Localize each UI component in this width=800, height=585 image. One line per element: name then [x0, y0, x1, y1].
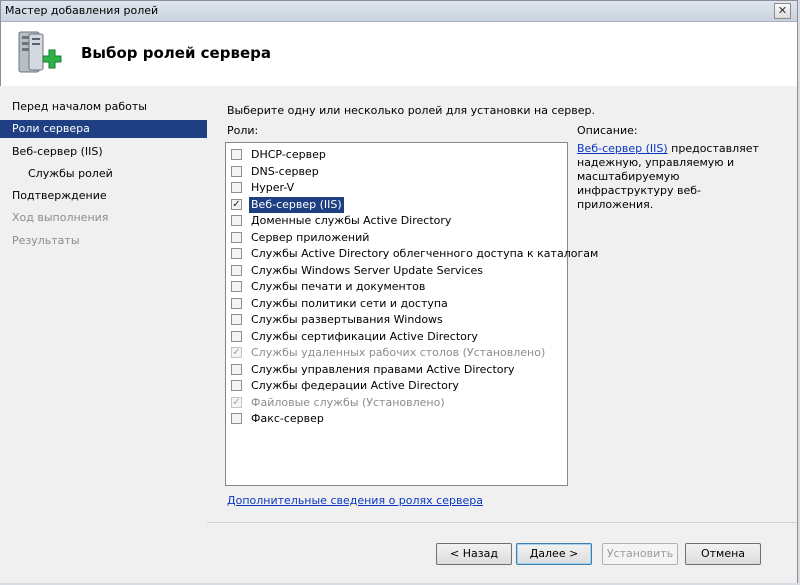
install-button: Установить: [602, 543, 678, 565]
checkbox-checked: ✓: [231, 347, 242, 358]
page-title: Выбор ролей сервера: [81, 44, 271, 62]
nav-item-label: Веб-сервер (IIS): [12, 145, 103, 158]
role-label: DHCP-сервер: [251, 148, 326, 161]
checkbox[interactable]: [231, 215, 242, 226]
back-button[interactable]: < Назад: [436, 543, 512, 565]
checkbox[interactable]: [231, 182, 242, 193]
window-title: Мастер добавления ролей: [5, 4, 159, 17]
checkbox-checked: ✓: [231, 396, 242, 408]
nav-item-label: Службы ролей: [28, 167, 113, 180]
roles-label: Роли:: [227, 124, 259, 137]
role-label: Веб-сервер (IIS): [249, 196, 344, 213]
checkbox[interactable]: [231, 264, 242, 276]
role-label: DNS-сервер: [251, 164, 319, 178]
close-icon: ✕: [777, 4, 788, 17]
role-label: Службы печати и документов: [251, 280, 426, 293]
roles-list[interactable]: DHCP-сервер DNS-сервер Hyper-V ✓ Веб-сервер …: [225, 142, 598, 486]
role-label: Службы развертывания Windows: [251, 313, 443, 326]
checkbox[interactable]: [231, 380, 242, 391]
nav-item-server-roles[interactable]: Роли сервера: [0, 120, 207, 138]
role-label: Сервер приложений: [251, 230, 370, 244]
checkbox[interactable]: [231, 413, 242, 424]
role-label: Доменные службы Active Directory: [251, 214, 452, 227]
nav-item-web-server[interactable]: Веб-сервер (IIS): [0, 143, 207, 161]
instruction-text: Выберите одну или несколько ролей для ус…: [227, 104, 595, 117]
checkbox[interactable]: [231, 314, 242, 325]
server-add-icon: [18, 31, 62, 73]
checkbox[interactable]: [231, 248, 242, 259]
nav-item-label: Подтверждение: [12, 189, 107, 202]
role-label: Службы удаленных рабочих столов (Установ…: [251, 346, 546, 359]
role-label: Службы Active Directory облегченного дос…: [251, 247, 599, 260]
checkbox-checked[interactable]: ✓: [231, 198, 242, 210]
next-button[interactable]: Далее >: [516, 543, 592, 565]
role-label: Службы сертификации Active Directory: [251, 329, 478, 343]
nav-item-progress: Ход выполнения: [0, 209, 207, 227]
nav-item-label: Результаты: [12, 234, 80, 247]
role-label: Факс-сервер: [251, 412, 324, 425]
checkbox[interactable]: [231, 165, 242, 177]
nav-item-before-begin[interactable]: Перед началом работы: [0, 98, 207, 116]
nav-item-label: Ход выполнения: [12, 211, 109, 224]
wizard-header: Выбор ролей сервера: [1, 22, 797, 87]
nav-item-confirmation[interactable]: Подтверждение: [0, 187, 207, 205]
role-label: Hyper-V: [251, 181, 295, 194]
nav-item-role-services[interactable]: Службы ролей: [0, 165, 207, 183]
checkbox[interactable]: [231, 363, 242, 375]
nav-item-results: Результаты: [0, 232, 207, 250]
checkbox[interactable]: [231, 297, 242, 309]
cancel-button[interactable]: Отмена: [685, 543, 761, 565]
description-body: Веб-сервер (IIS) предоставляет надежную,…: [577, 142, 767, 212]
role-label: Файловые службы (Установлено): [251, 395, 445, 409]
checkbox[interactable]: [231, 281, 242, 292]
role-label: Службы управления правами Active Directo…: [251, 362, 515, 376]
checkbox[interactable]: [231, 149, 242, 160]
role-label: Службы Windows Server Update Services: [251, 263, 483, 277]
wizard-nav: Перед началом работы Роли сервера Веб-се…: [0, 86, 207, 583]
nav-item-label: Перед началом работы: [12, 100, 147, 113]
description-link[interactable]: Веб-сервер (IIS): [577, 142, 668, 155]
nav-item-label: Роли сервера: [12, 122, 90, 135]
description-title: Описание:: [577, 124, 638, 137]
close-button[interactable]: ✕: [774, 3, 791, 19]
checkbox[interactable]: [231, 330, 242, 342]
title-bar[interactable]: Мастер добавления ролей ✕: [1, 1, 797, 22]
more-info-link[interactable]: Дополнительные сведения о ролях сервера: [227, 494, 483, 507]
role-label: Службы федерации Active Directory: [251, 379, 459, 392]
role-label: Службы политики сети и доступа: [251, 296, 448, 310]
checkbox[interactable]: [231, 231, 242, 243]
